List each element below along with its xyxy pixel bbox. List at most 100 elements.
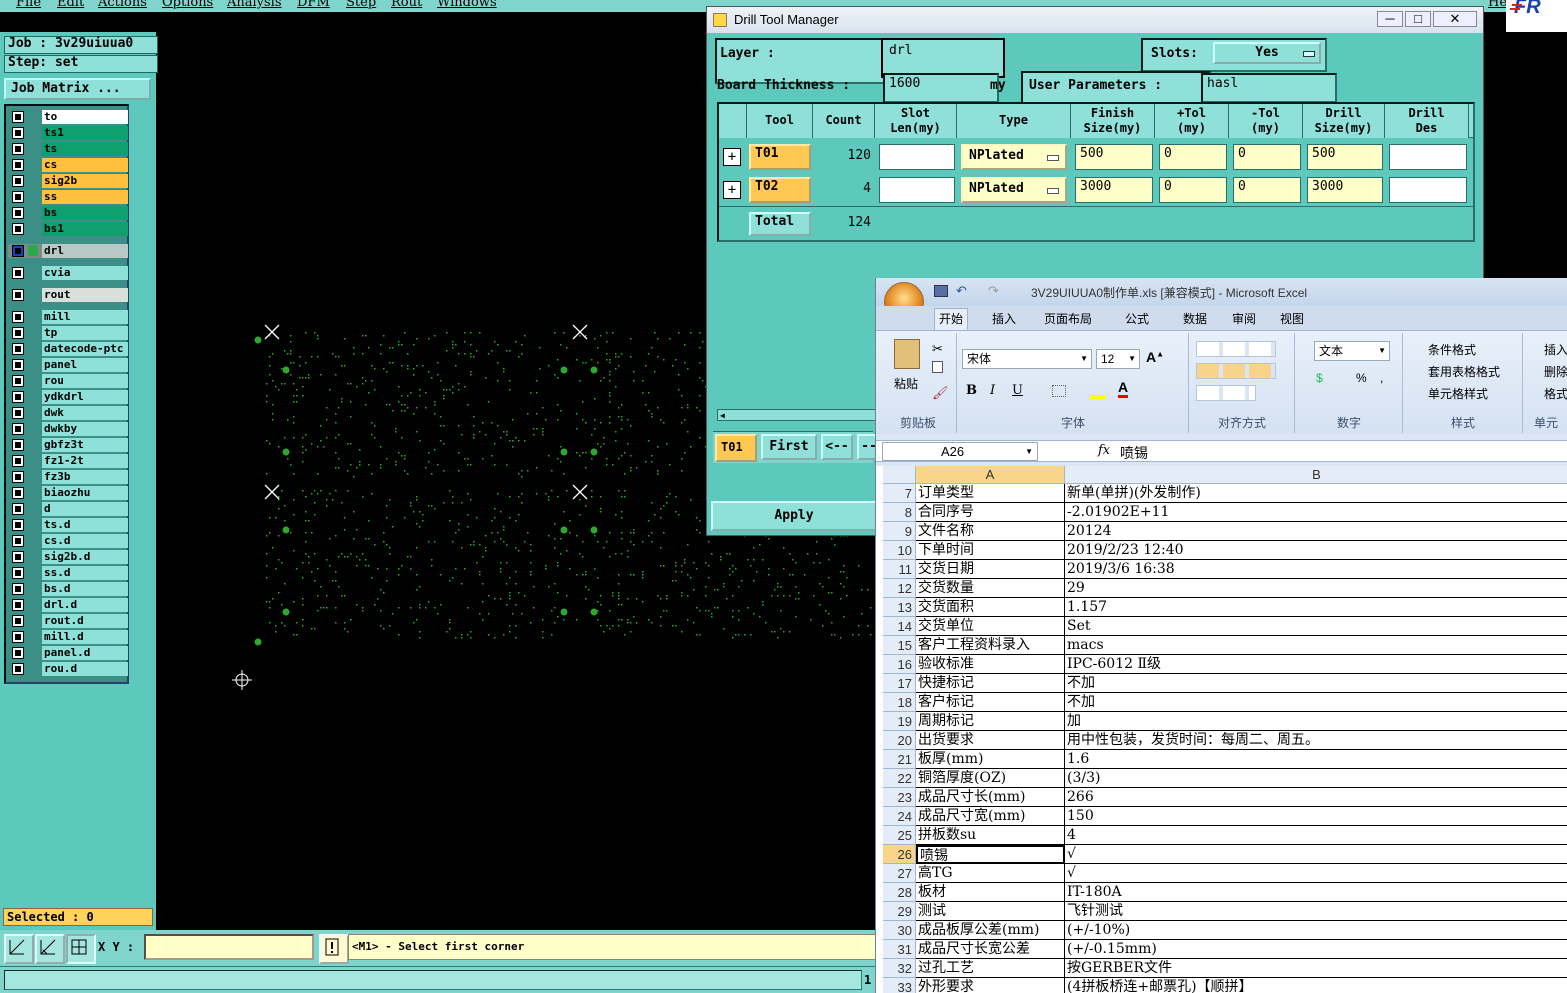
row-header[interactable]: 14	[883, 617, 916, 636]
row-header[interactable]: 10	[883, 541, 916, 560]
cell-b[interactable]: 加	[1065, 712, 1567, 731]
undo-icon[interactable]: ↶	[956, 283, 967, 299]
layer-row-ss.d[interactable]: ss.d	[8, 566, 128, 580]
cell-a[interactable]: 订单类型	[916, 484, 1065, 503]
drill-size-input[interactable]: 3000	[1307, 177, 1383, 203]
drill-des-input[interactable]	[1389, 144, 1467, 170]
row-header[interactable]: 27	[883, 864, 916, 883]
cell-a[interactable]: 测试	[916, 902, 1065, 921]
percent-icon[interactable]: %	[1356, 371, 1367, 385]
layer-checkbox[interactable]	[12, 127, 24, 139]
comma-icon[interactable]: ,	[1380, 371, 1383, 385]
row-header[interactable]: 24	[883, 807, 916, 826]
layer-row-d[interactable]: d	[8, 502, 128, 516]
layer-checkbox[interactable]	[12, 471, 24, 483]
cell-b[interactable]: 2019/3/6 16:38	[1065, 560, 1567, 579]
alert-icon[interactable]	[319, 934, 349, 964]
cell-b[interactable]: (4拼板桥连+邮票孔)【顺拼】	[1065, 978, 1567, 993]
table-hscrollbar[interactable]: ◀	[717, 409, 877, 421]
table-format-button[interactable]: 套用表格格式	[1428, 363, 1500, 380]
user-params-field[interactable]: hasl	[1201, 73, 1337, 103]
cell-b[interactable]: 4	[1065, 826, 1567, 845]
finish-size-input[interactable]: 3000	[1075, 177, 1153, 203]
cell-a[interactable]: 文件名称	[916, 522, 1065, 541]
tab-2[interactable]: 页面布局	[1040, 310, 1096, 327]
slots-dropdown[interactable]: Yes	[1213, 42, 1321, 64]
menu-actions[interactable]: Actions	[98, 0, 147, 10]
layer-checkbox[interactable]	[12, 455, 24, 467]
row-header[interactable]: 21	[883, 750, 916, 769]
row-header[interactable]: 25	[883, 826, 916, 845]
cell-a[interactable]: 下单时间	[916, 541, 1065, 560]
layer-row-sig2b.d[interactable]: sig2b.d	[8, 550, 128, 564]
layer-checkbox[interactable]	[12, 583, 24, 595]
layer-checkbox[interactable]	[12, 223, 24, 235]
layer-row-to[interactable]: to	[8, 110, 128, 124]
row-header[interactable]: 22	[883, 769, 916, 788]
layer-row-ts.d[interactable]: ts.d	[8, 518, 128, 532]
layer-row-dwkby[interactable]: dwkby	[8, 422, 128, 436]
cell-b[interactable]: 用中性包装，发货时间：每周二、周五。	[1065, 731, 1567, 750]
layer-checkbox[interactable]	[12, 111, 24, 123]
layer-checkbox[interactable]	[12, 311, 24, 323]
cell-a[interactable]: 验收标准	[916, 655, 1065, 674]
save-icon[interactable]	[934, 285, 948, 297]
layer-row-tp[interactable]: tp	[8, 326, 128, 340]
layer-checkbox[interactable]	[12, 407, 24, 419]
row-header[interactable]: 31	[883, 940, 916, 959]
menu-windows[interactable]: Windows	[437, 0, 497, 10]
layer-row-bs[interactable]: bs	[8, 206, 128, 220]
plus-tol-input[interactable]: 0	[1159, 177, 1227, 203]
cell-b[interactable]: 2019/2/23 12:40	[1065, 541, 1567, 560]
layer-row-mill.d[interactable]: mill.d	[8, 630, 128, 644]
menu-edit[interactable]: Edit	[57, 0, 84, 10]
layer-row-cs.d[interactable]: cs.d	[8, 534, 128, 548]
insert-cells-button[interactable]: 插入	[1544, 341, 1567, 358]
cell-b[interactable]: √	[1065, 864, 1567, 883]
row-header[interactable]: 17	[883, 674, 916, 693]
tab-1[interactable]: 插入	[988, 310, 1020, 327]
vertical-align-buttons[interactable]	[1196, 341, 1276, 357]
indent-buttons[interactable]	[1196, 385, 1256, 401]
finish-size-input[interactable]: 500	[1075, 144, 1153, 170]
row-header[interactable]: 9	[883, 522, 916, 541]
tab-5[interactable]: 审阅	[1228, 310, 1260, 327]
xy-input[interactable]	[144, 934, 314, 960]
layer-row-panel[interactable]: panel	[8, 358, 128, 372]
row-header[interactable]: 19	[883, 712, 916, 731]
layer-row-cs[interactable]: cs	[8, 158, 128, 172]
layer-checkbox[interactable]	[12, 439, 24, 451]
row-header[interactable]: 28	[883, 883, 916, 902]
layer-checkbox[interactable]	[12, 663, 24, 675]
tab-3[interactable]: 公式	[1121, 310, 1153, 327]
cell-b[interactable]: 266	[1065, 788, 1567, 807]
layer-checkbox[interactable]	[12, 487, 24, 499]
menu-dfm[interactable]: DFM	[297, 0, 330, 10]
layer-row-gbfz3t[interactable]: gbfz3t	[8, 438, 128, 452]
layer-checkbox[interactable]	[12, 615, 24, 627]
cell-b[interactable]: -2.01902E+11	[1065, 503, 1567, 522]
layer-row-bs1[interactable]: bs1	[8, 222, 128, 236]
name-box[interactable]: A26 ▼	[882, 442, 1038, 461]
type-dropdown[interactable]: NPlated	[961, 177, 1067, 203]
conditional-format-button[interactable]: 条件格式	[1428, 341, 1476, 358]
expand-icon[interactable]: +	[723, 181, 741, 199]
cell-a[interactable]: 出货要求	[916, 731, 1065, 750]
cell-a[interactable]: 成品尺寸宽(mm)	[916, 807, 1065, 826]
layer-row-rou.d[interactable]: rou.d	[8, 662, 128, 676]
menu-file[interactable]: File	[16, 0, 41, 10]
cell-style-button[interactable]: 单元格样式	[1428, 385, 1488, 402]
layer-row-ydkdrl[interactable]: ydkdrl	[8, 390, 128, 404]
layer-checkbox[interactable]	[12, 327, 24, 339]
minimize-button[interactable]: ─	[1377, 11, 1403, 27]
row-header[interactable]: 13	[883, 598, 916, 617]
maximize-button[interactable]: □	[1405, 11, 1431, 27]
layer-row-rou[interactable]: rou	[8, 374, 128, 388]
cell-b[interactable]: 1.6	[1065, 750, 1567, 769]
cut-icon[interactable]: ✂	[932, 341, 943, 357]
cell-b[interactable]: √	[1065, 845, 1567, 864]
menu-options[interactable]: Options	[162, 0, 213, 10]
number-format-select[interactable]: 文本 ▼	[1314, 341, 1390, 361]
cell-a[interactable]: 交货单位	[916, 617, 1065, 636]
cell-a[interactable]: 铜箔厚度(OZ)	[916, 769, 1065, 788]
